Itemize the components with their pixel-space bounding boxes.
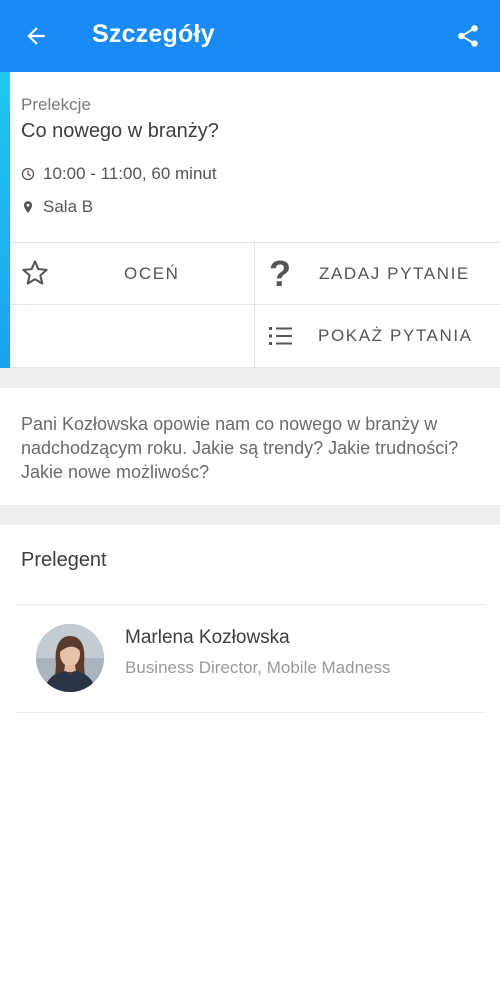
action-grid: OCEŃ ? ZADAJ PYTANIE POKAŻ PYTANIA: [10, 242, 500, 368]
divider: [16, 604, 486, 605]
back-button[interactable]: [22, 22, 50, 50]
session-description: Pani Kozłowska opowie nam co nowego w br…: [21, 414, 459, 482]
ask-question-label: ZADAJ PYTANIE: [319, 264, 470, 283]
speaker-photo: [36, 624, 104, 692]
show-questions-button[interactable]: POKAŻ PYTANIA: [255, 305, 500, 367]
divider: [16, 712, 486, 713]
speaker-role: Business Director, Mobile Madness: [125, 658, 391, 677]
section-divider: [0, 505, 500, 525]
page-title: Szczegóły: [92, 20, 215, 48]
speakers-heading: Prelegent: [21, 549, 107, 571]
ask-question-button[interactable]: ? ZADAJ PYTANIE: [255, 243, 500, 304]
location-pin-icon: [23, 201, 33, 213]
session-title: Co nowego w branży?: [21, 120, 219, 142]
session-category: Prelekcje: [21, 95, 91, 114]
rate-button[interactable]: OCEŃ: [10, 243, 254, 304]
speaker-item[interactable]: Marlena Kozłowska Business Director, Mob…: [16, 606, 486, 712]
session-room-text: Sala B: [43, 197, 94, 216]
session-room: Sala B: [21, 197, 93, 217]
share-icon: [458, 25, 478, 47]
rate-label: OCEŃ: [124, 264, 180, 283]
session-time-text: 10:00 - 11:00, 60 minut: [43, 164, 217, 183]
question-mark-icon: ?: [269, 253, 291, 294]
show-questions-label: POKAŻ PYTANIA: [318, 326, 473, 345]
speaker-name: Marlena Kozłowska: [125, 627, 290, 648]
app-bar: Szczegóły: [0, 0, 500, 72]
section-divider: [0, 368, 500, 388]
arrow-left-icon: [27, 27, 45, 45]
clock-icon: [21, 167, 35, 181]
list-icon: [269, 327, 292, 345]
session-time: 10:00 - 11:00, 60 minut: [21, 164, 217, 184]
avatar: [36, 624, 104, 692]
session-card: Prelekcje Co nowego w branży? 10:00 - 11…: [0, 72, 500, 368]
share-button[interactable]: [454, 22, 482, 50]
star-outline-icon: [22, 260, 48, 285]
empty-action-cell: [10, 305, 254, 367]
session-accent-bar: [0, 72, 10, 368]
